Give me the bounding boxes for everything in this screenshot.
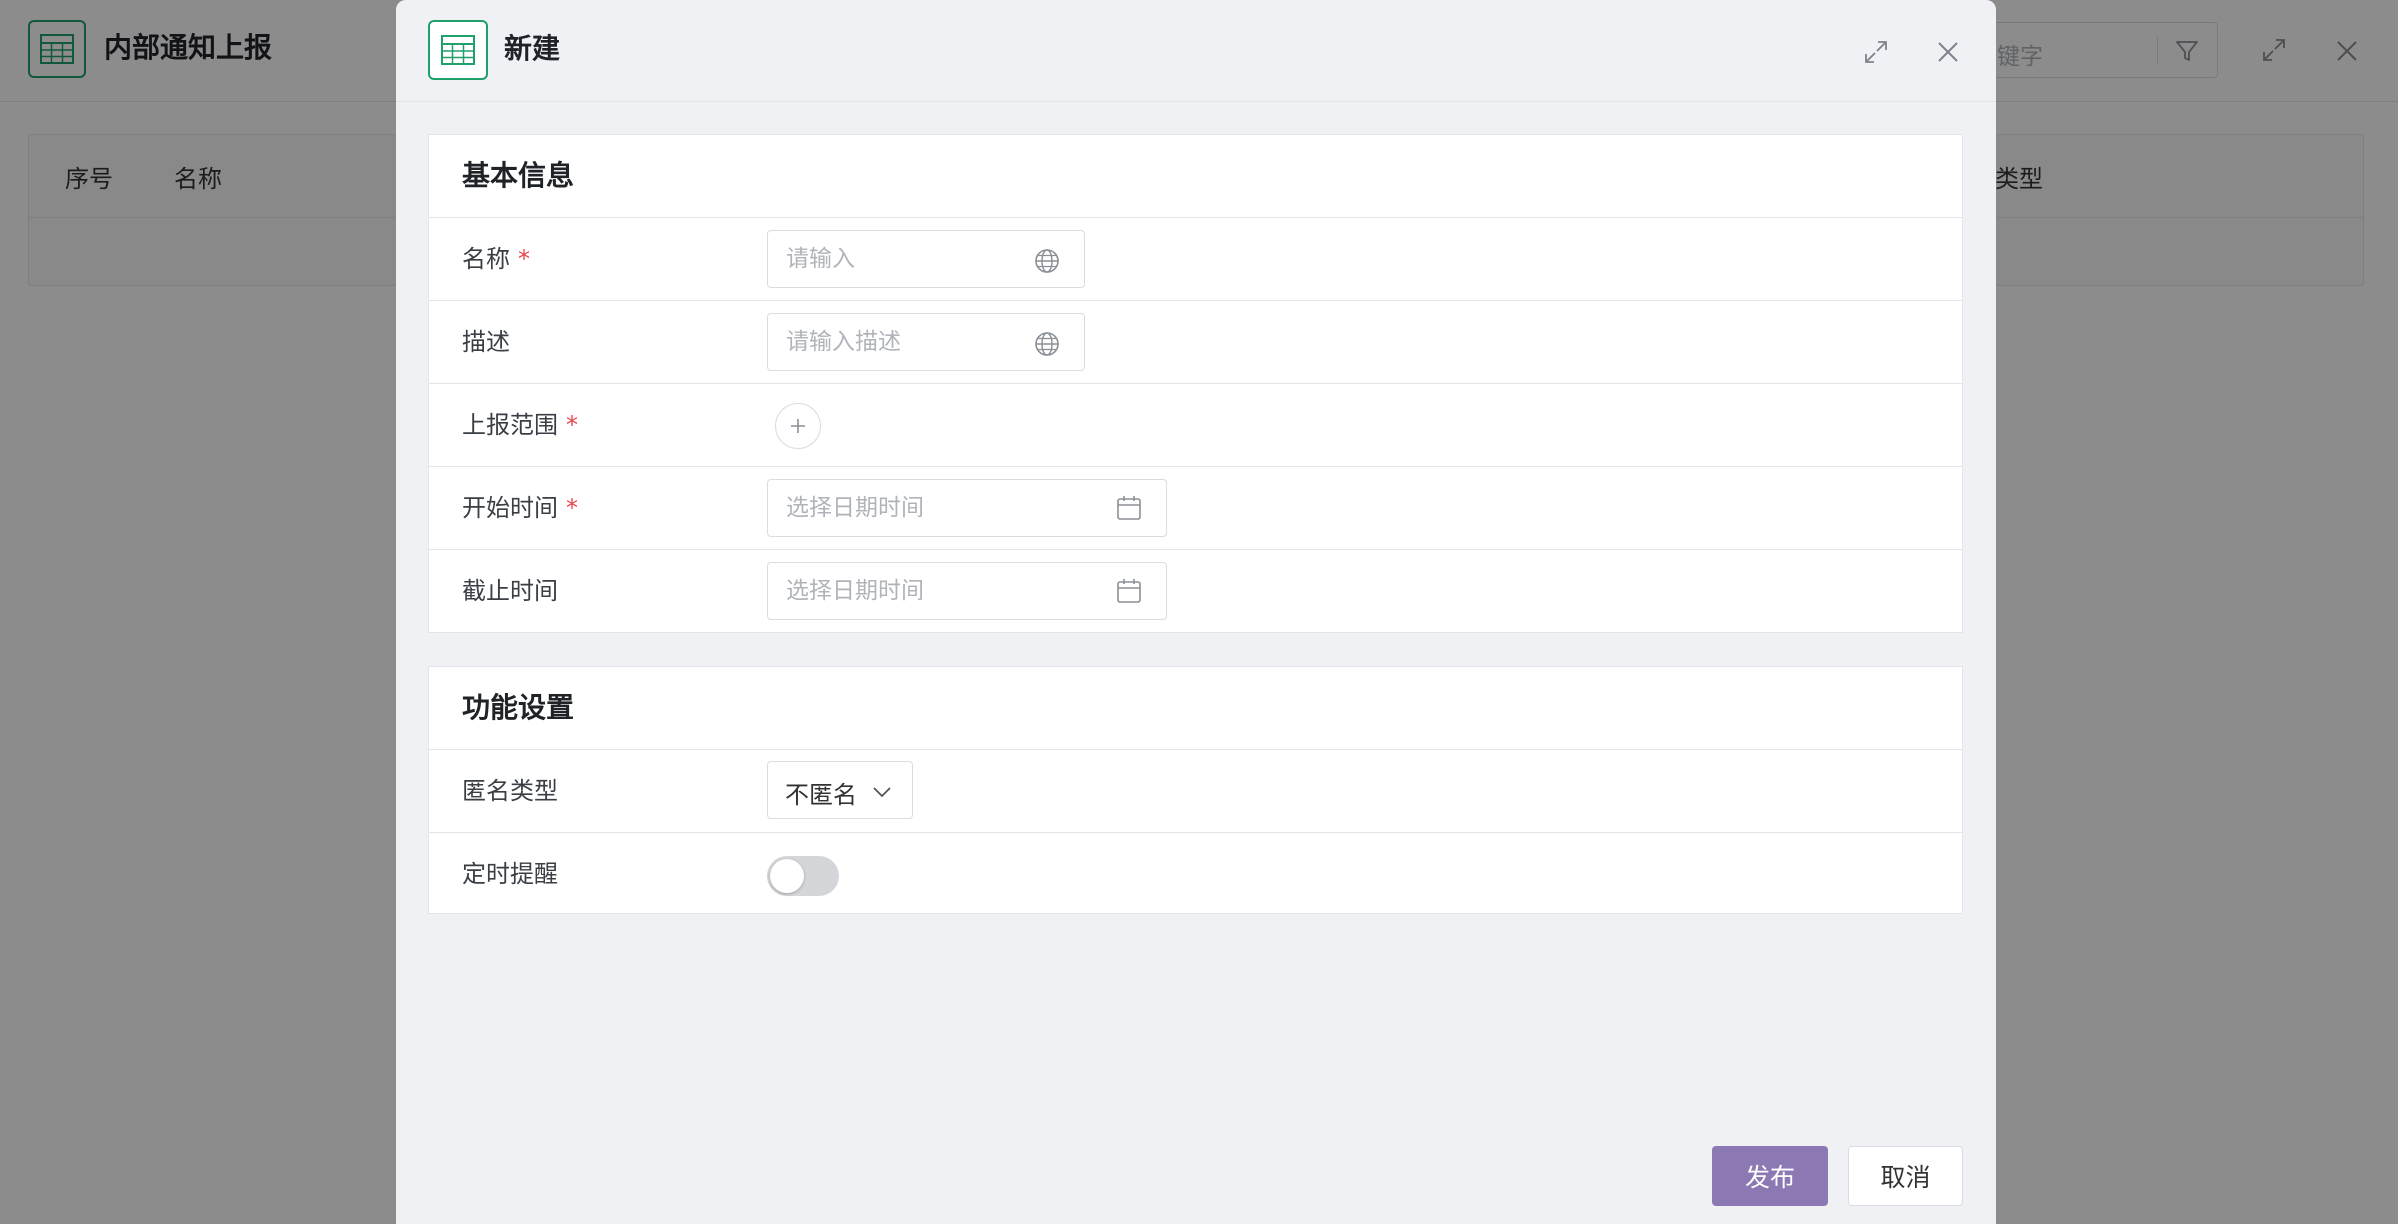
description-label: 描述 xyxy=(462,328,510,356)
section-title: 功能设置 xyxy=(429,667,1962,750)
scope-row: 上报范围 * xyxy=(429,384,1962,467)
table-icon xyxy=(428,20,488,80)
end-time-picker[interactable] xyxy=(767,562,1167,620)
anonymous-type-label: 匿名类型 xyxy=(462,777,558,805)
add-scope-button[interactable] xyxy=(775,403,821,449)
timed-reminder-label: 定时提醒 xyxy=(462,860,558,888)
new-item-dialog: 新建 基本信息 名称 * 描述 xyxy=(396,0,1996,1224)
required-mark: * xyxy=(566,494,578,522)
end-time-row: 截止时间 xyxy=(429,550,1962,633)
expand-icon[interactable] xyxy=(1862,38,1890,66)
cancel-button[interactable]: 取消 xyxy=(1848,1146,1963,1206)
field-label: 定时提醒 xyxy=(462,833,558,915)
start-time-row: 开始时间 * xyxy=(429,467,1962,550)
end-time-label: 截止时间 xyxy=(462,577,558,605)
field-label: 名称 * xyxy=(462,218,530,300)
toggle-knob xyxy=(770,859,804,893)
dialog-header: 新建 xyxy=(396,0,1996,102)
name-input[interactable] xyxy=(767,230,1085,288)
field-label: 匿名类型 xyxy=(462,750,558,832)
field-label: 描述 xyxy=(462,301,510,383)
publish-button[interactable]: 发布 xyxy=(1712,1146,1828,1206)
required-mark: * xyxy=(566,411,578,439)
anonymous-type-select[interactable]: 不匿名 xyxy=(767,761,913,819)
close-icon[interactable] xyxy=(1932,36,1964,68)
dialog-title: 新建 xyxy=(504,32,561,65)
field-label: 上报范围 * xyxy=(462,384,578,466)
field-label: 截止时间 xyxy=(462,550,558,632)
description-input[interactable] xyxy=(767,313,1085,371)
function-settings-section: 功能设置 匿名类型 不匿名 定时提醒 xyxy=(428,666,1963,914)
name-row: 名称 * xyxy=(429,218,1962,301)
start-time-picker[interactable] xyxy=(767,479,1167,537)
select-value: 不匿名 xyxy=(785,781,857,809)
timed-reminder-row: 定时提醒 xyxy=(429,833,1962,916)
chevron-down-icon xyxy=(873,787,891,798)
start-time-label: 开始时间 xyxy=(462,494,558,522)
anonymous-type-row: 匿名类型 不匿名 xyxy=(429,750,1962,833)
name-label: 名称 xyxy=(462,245,510,273)
basic-info-section: 基本信息 名称 * 描述 xyxy=(428,134,1963,633)
description-row: 描述 xyxy=(429,301,1962,384)
timed-reminder-toggle[interactable] xyxy=(767,856,839,896)
field-label: 开始时间 * xyxy=(462,467,578,549)
scope-label: 上报范围 xyxy=(462,411,558,439)
section-title: 基本信息 xyxy=(429,135,1962,218)
required-mark: * xyxy=(518,245,530,273)
plus-icon xyxy=(791,419,805,433)
